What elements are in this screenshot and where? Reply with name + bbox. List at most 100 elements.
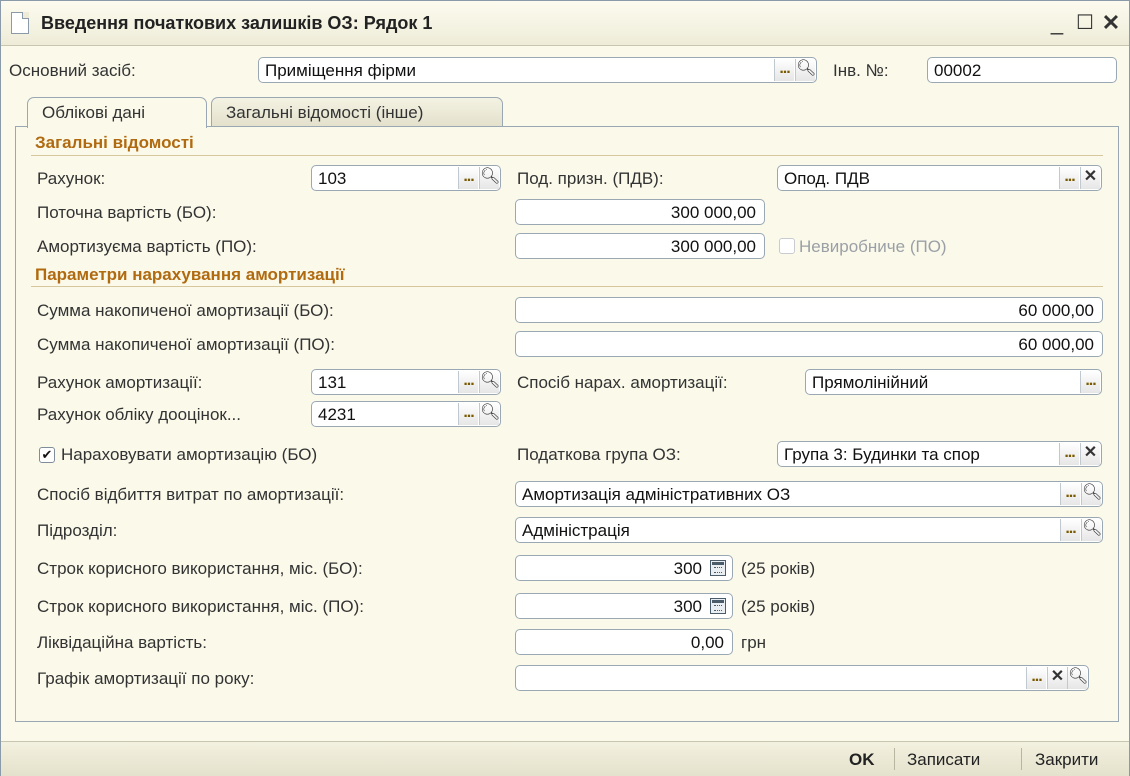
depr-cost-label: Амортизуєма вартість (ПО): [37, 237, 257, 256]
tax-purpose-label: Под. призн. (ПДВ): [517, 169, 664, 188]
depr-cost-field[interactable]: 300 000,00 [515, 233, 765, 259]
general-section-header: Загальні відомості [35, 133, 194, 152]
inv-value: 00002 [934, 61, 982, 80]
reval-account-field[interactable]: 4231 ... 🔍︎ [311, 401, 501, 427]
account-label: Рахунок: [37, 169, 106, 188]
schedule-label: Графік амортизації по року: [37, 669, 255, 688]
asset-label: Основний засіб: [9, 61, 136, 80]
command-bar: OK Записати Закрити [1, 741, 1129, 776]
account-value: 103 [318, 169, 347, 188]
ellipsis-icon[interactable]: ... [1060, 483, 1080, 505]
close-icon[interactable]: ✕ [1097, 9, 1125, 37]
depreciation-section-header: Параметри нарахування амортизації [35, 265, 345, 284]
accum-po-label: Сумма накопиченої амортизації (ПО): [37, 335, 336, 354]
clear-icon[interactable]: ✕ [1047, 667, 1067, 689]
inv-number-field[interactable]: 00002 [927, 57, 1117, 83]
accum-bo-label: Сумма накопиченої амортизації (БО): [37, 301, 334, 320]
window-title: Введення початкових залишків ОЗ: Рядок 1 [41, 13, 433, 33]
close-button[interactable]: Закрити [1035, 750, 1098, 770]
tax-purpose-value: Опод. ПДВ [784, 169, 870, 188]
calendar-icon[interactable] [710, 560, 726, 576]
account-field[interactable]: 103 ... 🔍︎ [311, 165, 501, 191]
tab-accounting-data[interactable]: Облікові дані [27, 97, 207, 128]
department-field[interactable]: Адміністрація ... 🔍︎ [515, 517, 1103, 543]
accum-bo-field[interactable]: 60 000,00 [515, 297, 1103, 323]
save-button[interactable]: Записати [907, 750, 980, 770]
expense-method-field[interactable]: Амортизація адміністративних ОЗ ... 🔍︎ [515, 481, 1103, 507]
tax-purpose-field[interactable]: Опод. ПДВ ... ✕ [777, 165, 1102, 191]
search-icon[interactable]: 🔍︎ [479, 167, 500, 189]
reval-account-label: Рахунок обліку дооцінок... [37, 405, 241, 424]
salvage-field[interactable]: 0,00 [515, 629, 733, 655]
tab-strip: Облікові дані Загальні відомості (інше) [15, 97, 1119, 128]
ellipsis-icon[interactable]: ... [1080, 371, 1100, 393]
ellipsis-icon[interactable]: ... [458, 371, 478, 393]
asset-field[interactable]: Приміщення фірми ... 🔍︎ [258, 57, 817, 83]
search-icon[interactable]: 🔍︎ [479, 371, 500, 393]
accrue-label: Нараховувати амортизацію (БО) [61, 445, 318, 464]
current-cost-field[interactable]: 300 000,00 [515, 199, 765, 225]
life-po-label: Строк корисного використання, міс. (ПО): [37, 597, 364, 616]
method-label: Спосіб нарах. амортизації: [517, 373, 728, 392]
depr-account-field[interactable]: 131 ... 🔍︎ [311, 369, 501, 395]
tax-group-label: Податкова група ОЗ: [517, 445, 681, 464]
current-cost-label: Поточна вартість (БО): [37, 203, 217, 222]
ellipsis-icon[interactable]: ... [774, 59, 794, 81]
salvage-label: Ліквідаційна вартість: [37, 633, 207, 652]
depr-account-value: 131 [318, 373, 347, 392]
accum-bo-value: 60 000,00 [1018, 301, 1094, 320]
inv-label: Інв. №: [833, 61, 889, 80]
asset-value: Приміщення фірми [265, 61, 416, 80]
ellipsis-icon[interactable]: ... [1059, 443, 1079, 465]
ellipsis-icon[interactable]: ... [1059, 167, 1079, 189]
method-field[interactable]: Прямолінійний ... [805, 369, 1102, 395]
life-po-field[interactable]: 300 [515, 593, 733, 619]
life-po-years: (25 років) [741, 597, 816, 616]
nonproductive-label: Невиробниче (ПО) [799, 237, 947, 256]
search-icon[interactable]: 🔍︎ [1081, 483, 1102, 505]
clear-icon[interactable]: ✕ [1080, 443, 1100, 465]
clear-icon[interactable]: ✕ [1080, 167, 1100, 189]
divider [31, 155, 1103, 156]
search-icon[interactable]: 🔍︎ [1081, 519, 1102, 541]
ellipsis-icon[interactable]: ... [1026, 667, 1046, 689]
ellipsis-icon[interactable]: ... [458, 403, 478, 425]
department-label: Підрозділ: [37, 521, 118, 540]
tax-group-value: Група 3: Будинки та спор [784, 445, 980, 464]
reval-account-value: 4231 [318, 405, 356, 424]
search-icon[interactable]: 🔍︎ [479, 403, 500, 425]
ellipsis-icon[interactable]: ... [1060, 519, 1080, 541]
divider [1021, 748, 1022, 770]
method-value: Прямолінійний [812, 373, 929, 392]
expense-method-value: Амортизація адміністративних ОЗ [522, 485, 791, 504]
search-icon[interactable]: 🔍︎ [1067, 667, 1088, 689]
dialog-window: Введення початкових залишків ОЗ: Рядок 1… [0, 0, 1130, 776]
tab-general-info[interactable]: Загальні відомості (інше) [211, 97, 503, 127]
depr-cost-value: 300 000,00 [670, 237, 756, 256]
accrue-checkbox[interactable]: ✔ [39, 447, 55, 463]
expense-method-label: Спосіб відбиття витрат по амортизації: [37, 485, 345, 504]
life-bo-value: 300 [673, 559, 702, 578]
calendar-icon[interactable] [710, 598, 726, 614]
ellipsis-icon[interactable]: ... [458, 167, 478, 189]
search-icon[interactable]: 🔍︎ [795, 59, 816, 81]
department-value: Адміністрація [522, 521, 630, 540]
divider [894, 748, 895, 770]
depr-account-label: Рахунок амортизації: [37, 373, 203, 392]
nonproductive-checkbox[interactable] [779, 238, 795, 254]
title-bar[interactable]: Введення початкових залишків ОЗ: Рядок 1… [1, 1, 1129, 46]
life-bo-label: Строк корисного використання, міс. (БО): [37, 559, 363, 578]
current-cost-value: 300 000,00 [670, 203, 756, 222]
life-po-value: 300 [673, 597, 702, 616]
minimize-icon[interactable]: _ [1043, 9, 1071, 37]
document-icon [11, 12, 29, 34]
tax-group-field[interactable]: Група 3: Будинки та спор ... ✕ [777, 441, 1102, 467]
maximize-icon[interactable]: ☐ [1071, 9, 1099, 37]
life-bo-field[interactable]: 300 [515, 555, 733, 581]
accum-po-value: 60 000,00 [1018, 335, 1094, 354]
accum-po-field[interactable]: 60 000,00 [515, 331, 1103, 357]
ok-button[interactable]: OK [849, 750, 875, 770]
schedule-field[interactable]: ... ✕ 🔍︎ [515, 665, 1089, 691]
life-bo-years: (25 років) [741, 559, 816, 578]
checkmark-icon: ✔ [41, 447, 53, 462]
